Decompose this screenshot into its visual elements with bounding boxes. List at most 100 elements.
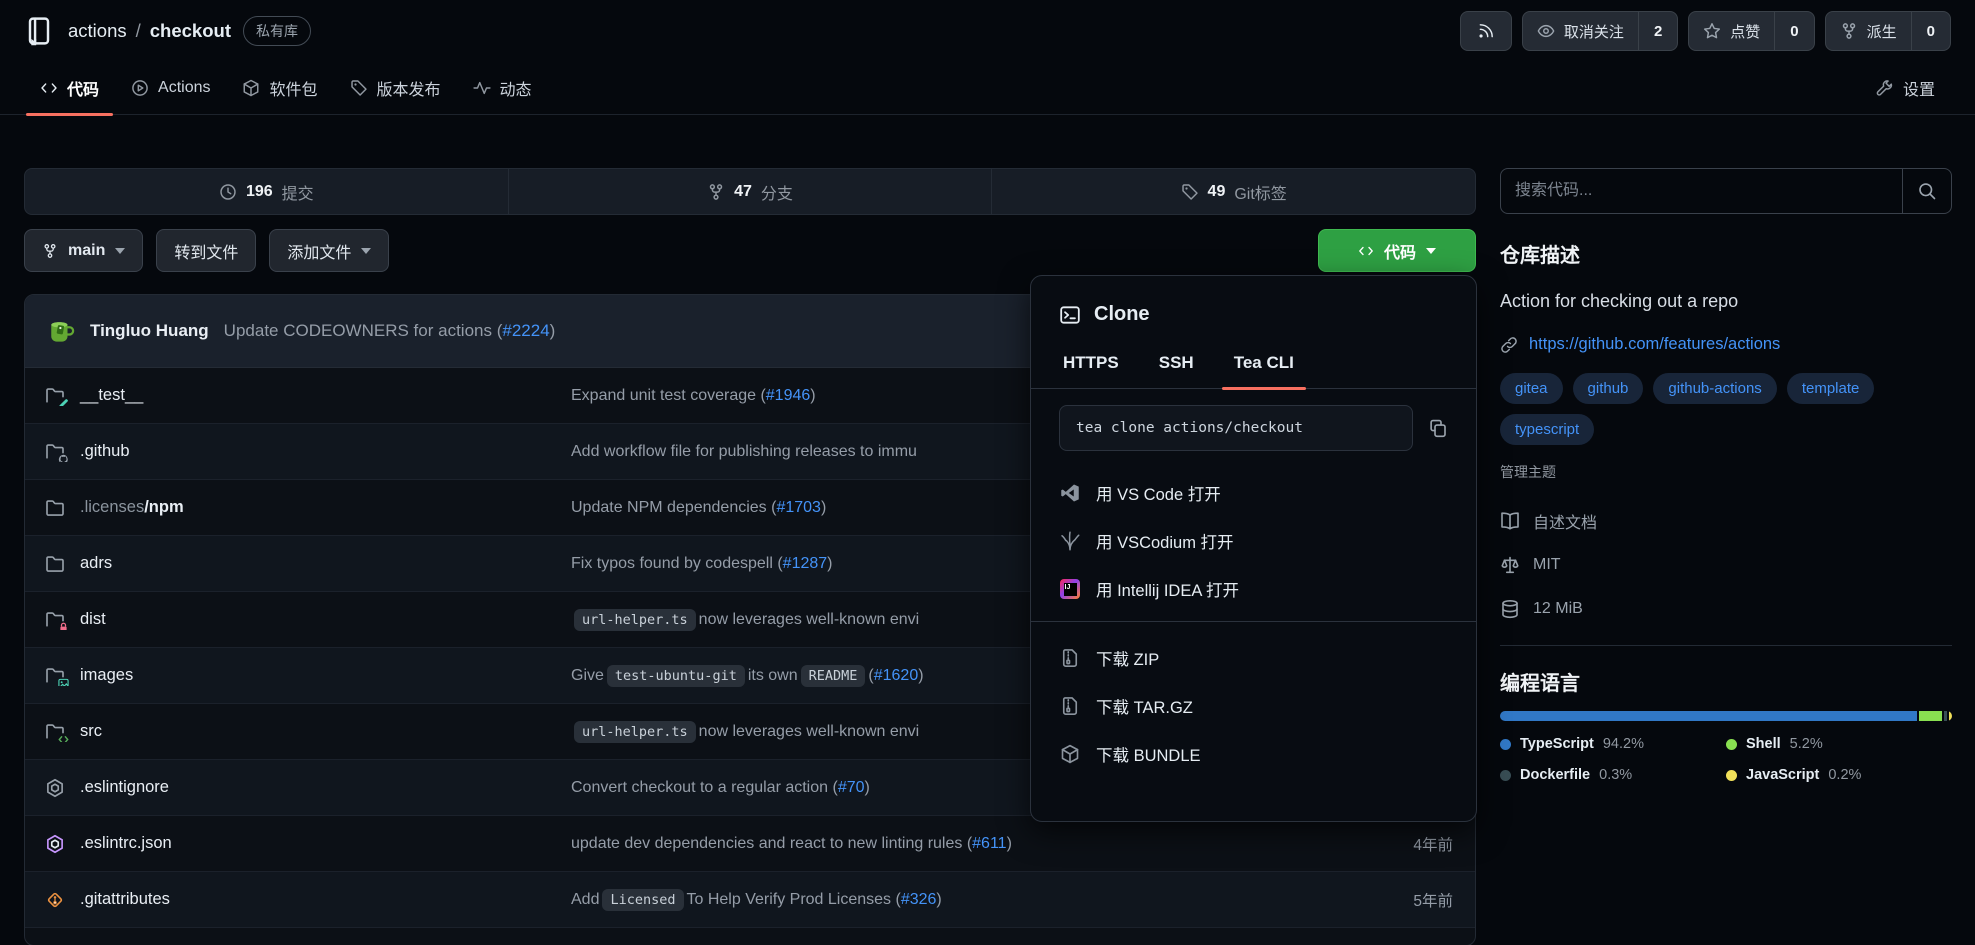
file-name[interactable]: dist	[80, 610, 106, 628]
stat-item[interactable]: 49 Git标签	[991, 169, 1475, 214]
clone-url-input[interactable]	[1059, 405, 1413, 451]
file-path-prefix: .licenses	[80, 498, 144, 516]
commit-message[interactable]: update dev dependencies and react to new…	[571, 835, 1345, 853]
fork-icon	[1840, 22, 1858, 40]
editor-icon: IJ	[1059, 578, 1081, 600]
nav-tab[interactable]: 软件包	[226, 62, 333, 114]
watch-count[interactable]: 2	[1638, 12, 1677, 50]
table-row[interactable]: .eslintrc.json update dev dependencies a…	[25, 816, 1475, 872]
description-title: 仓库描述	[1500, 239, 1952, 268]
repo-name-link[interactable]: checkout	[150, 20, 231, 42]
repo-description: Action for checking out a repo	[1500, 291, 1952, 312]
commit-date: 4年前	[1345, 833, 1475, 855]
language-legend-item[interactable]: Shell 5.2%	[1726, 736, 1952, 752]
clone-dropdown: Clone HTTPS SSH Tea CLI	[1030, 275, 1477, 822]
file-type-icon	[45, 498, 65, 518]
chevron-down-icon	[1426, 248, 1436, 254]
website-link[interactable]: https://github.com/features/actions	[1529, 335, 1780, 354]
wrench-icon	[1876, 79, 1894, 97]
menu-item[interactable]: 用 VS Code 打开	[1059, 469, 1448, 517]
languages-title: 编程语言	[1500, 667, 1952, 696]
download-type-icon	[1059, 647, 1081, 669]
menu-divider	[1031, 621, 1476, 622]
file-name[interactable]: images	[80, 666, 133, 684]
star-count[interactable]: 0	[1774, 12, 1813, 50]
topic-badge[interactable]: github	[1573, 373, 1644, 404]
file-type-icon	[45, 666, 65, 686]
file-name[interactable]: adrs	[80, 554, 112, 572]
stat-item[interactable]: 196 提交	[25, 169, 508, 214]
nav-tab[interactable]: 代码	[24, 62, 115, 114]
clone-protocol-tab[interactable]: HTTPS	[1061, 342, 1121, 388]
commit-message[interactable]: Add Licensed To Help Verify Prod License…	[571, 889, 1345, 911]
nav-tab[interactable]: Actions	[115, 62, 226, 114]
topic-badge[interactable]: typescript	[1500, 414, 1594, 445]
clone-protocol-tab[interactable]: Tea CLI	[1232, 342, 1296, 388]
table-row[interactable]: .gitattributes Add Licensed To Help Veri…	[25, 872, 1475, 928]
terminal-icon	[1059, 304, 1081, 326]
file-name[interactable]: __test__	[80, 386, 143, 404]
menu-item[interactable]: 用 VSCodium 打开	[1059, 517, 1448, 565]
nav-tab[interactable]: 版本发布	[334, 62, 457, 114]
chevron-down-icon	[115, 248, 125, 254]
copy-icon[interactable]	[1428, 418, 1448, 438]
rss-button[interactable]	[1460, 11, 1512, 51]
stat-item[interactable]: 47 分支	[508, 169, 992, 214]
code-clone-button[interactable]: 代码	[1318, 229, 1476, 272]
menu-item[interactable]: 下载 ZIP	[1059, 634, 1448, 682]
commit-message[interactable]: Update CODEOWNERS for actions (#2224)	[224, 321, 556, 341]
commit-author[interactable]: Tingluo Huang	[90, 321, 209, 341]
watch-button[interactable]: 取消关注 2	[1522, 11, 1678, 51]
repo-stats-bar: 196 提交 47 分支 49 Git标	[24, 168, 1476, 215]
file-name[interactable]: src	[80, 722, 102, 740]
search-button[interactable]	[1902, 169, 1951, 213]
repo-nav: 代码 Actions	[0, 62, 1975, 115]
file-name[interactable]: .gitattributes	[80, 890, 170, 908]
link-icon	[1500, 336, 1518, 354]
editor-icon	[1059, 482, 1081, 504]
nav-tab[interactable]: 动态	[457, 62, 548, 114]
topic-badge[interactable]: github-actions	[1653, 373, 1776, 404]
menu-item[interactable]: 下载 BUNDLE	[1059, 730, 1448, 778]
meta-item[interactable]: 12 MiB	[1500, 587, 1952, 631]
star-button[interactable]: 点赞 0	[1688, 11, 1814, 51]
fork-button[interactable]: 派生 0	[1825, 11, 1951, 51]
topic-badge[interactable]: gitea	[1500, 373, 1563, 404]
repo-owner-link[interactable]: actions	[68, 20, 127, 42]
language-bar	[1500, 711, 1952, 721]
language-legend-item[interactable]: TypeScript 94.2%	[1500, 736, 1726, 752]
goto-file-button[interactable]: 转到文件	[156, 229, 256, 272]
manage-topics-link[interactable]: 管理主题	[1500, 462, 1952, 482]
language-color-dot	[1726, 770, 1737, 781]
clone-title: Clone	[1059, 303, 1448, 326]
repo-meta-list: 自述文档 MIT 12 MiB	[1500, 499, 1952, 631]
file-name[interactable]: /npm	[144, 498, 183, 516]
file-name[interactable]: .eslintignore	[80, 778, 169, 796]
language-legend-item[interactable]: JavaScript 0.2%	[1726, 767, 1952, 783]
topic-list: gitea github github-actions template typ…	[1500, 373, 1952, 445]
chevron-down-icon	[361, 248, 371, 254]
download-type-icon	[1059, 743, 1081, 765]
top-header: actions / checkout 私有库 取消关注 2	[24, 0, 1951, 62]
language-legend-item[interactable]: Dockerfile 0.3%	[1500, 767, 1726, 783]
add-file-button[interactable]: 添加文件	[269, 229, 389, 272]
nav-tab-icon	[40, 79, 58, 97]
branch-selector[interactable]: main	[24, 229, 143, 272]
editor-icon	[1059, 530, 1081, 552]
menu-item[interactable]: IJ 用 Intellij IDEA 打开	[1059, 565, 1448, 613]
topic-badge[interactable]: template	[1787, 373, 1875, 404]
clone-protocol-tab[interactable]: SSH	[1157, 342, 1196, 388]
fork-count[interactable]: 0	[1911, 12, 1950, 50]
meta-icon	[1500, 511, 1520, 531]
language-segment	[1919, 711, 1942, 721]
file-name[interactable]: .github	[80, 442, 130, 460]
stat-icon	[219, 183, 237, 201]
file-type-icon	[45, 554, 65, 574]
clone-protocol-tabs: HTTPS SSH Tea CLI	[1031, 342, 1476, 389]
file-name[interactable]: .eslintrc.json	[80, 834, 172, 852]
menu-item[interactable]: 下载 TAR.GZ	[1059, 682, 1448, 730]
meta-item[interactable]: MIT	[1500, 543, 1952, 587]
search-input[interactable]	[1501, 169, 1902, 213]
tab-settings[interactable]: 设置	[1860, 62, 1951, 114]
meta-item[interactable]: 自述文档	[1500, 499, 1952, 543]
